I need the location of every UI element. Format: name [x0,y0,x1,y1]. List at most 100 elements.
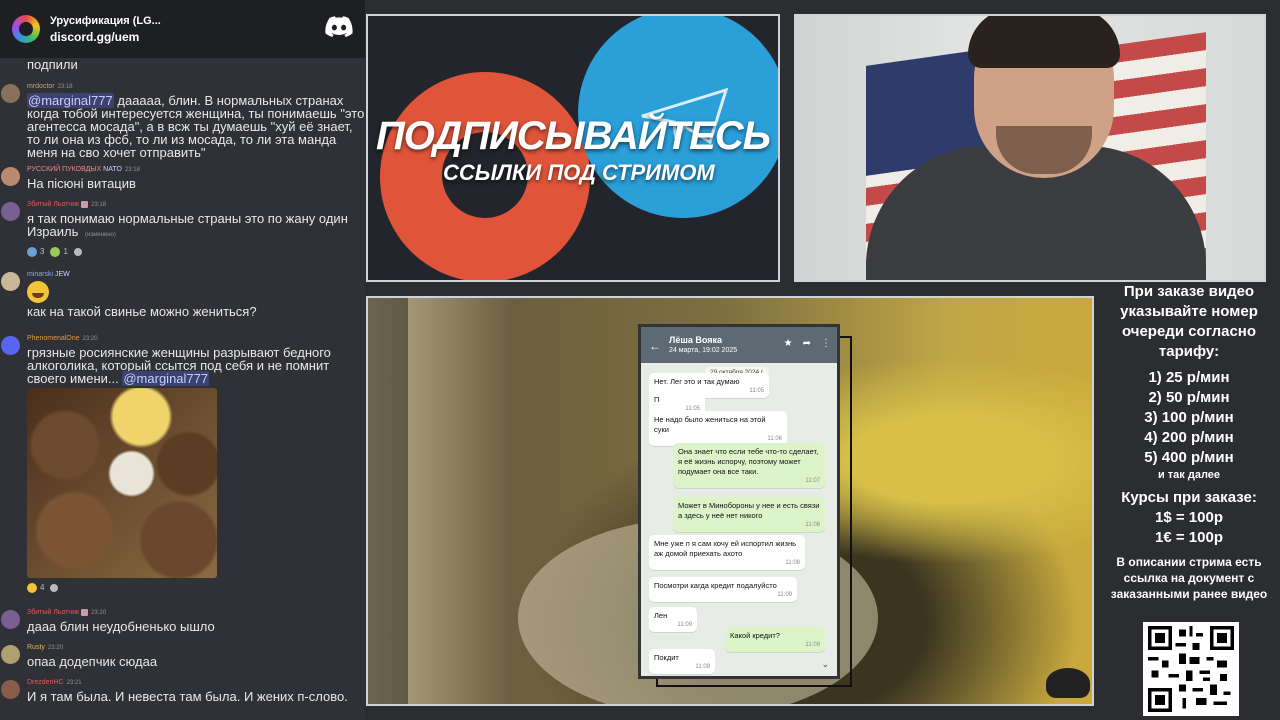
discord-logo-icon [325,16,353,37]
rates-heading: Курсы при заказе: [1121,489,1257,506]
author-badge: JEW [55,271,70,278]
chat-bubble: Покдит 11:09 [649,649,715,674]
chat-message: PhenomenalOne 23:20 грязные росиянские же… [0,334,365,594]
server-name: Урусификация (LG... [50,14,161,27]
tariff-item: 4) 200 р/мин [1144,429,1234,446]
phone-screenshot: ← Лёша Вояка 24 марта, 19:02 2025 ★ ➦ ⋮ … [638,324,840,679]
chat-bubble: Посмотри кагда кредит подалуйсто 11:09 [649,577,797,602]
message-text: как на такой свинье можно жениться? [27,304,257,319]
back-arrow-icon[interactable]: ← [649,339,661,353]
mention[interactable]: @marginal777 [122,371,210,386]
chat-body: 29 октября 2024 г. Нет. Лег это и так ду… [641,363,837,676]
discord-server-header[interactable]: Урусификация (LG... discord.gg/uem [0,0,365,58]
message-author[interactable]: РУССКИЙ ПУКОВДЫХ [27,166,101,173]
banner-title: ПОДПИСЫВАЙТЕСЬ [375,114,771,158]
reaction[interactable]: 3 [27,245,44,258]
avatar[interactable] [1,167,20,186]
chat-bubble: Какой кредит? 11:09 [725,627,825,652]
tariff-list: 1) 25 р/мин 2) 50 р/мин 3) 100 р/мин 4) … [1098,368,1280,468]
message-time: 23:18 [124,167,140,173]
banner-subtitle: ССЫЛКИ ПОД СТРИМОМ [443,160,715,185]
contact-name: Лёша Вояка [669,335,722,345]
chat-message: Збитый Льотчик 23:18 я так понимаю нормал… [0,200,365,258]
chat-message: Rusty 23:20 опаа додепчик сюдаа [0,643,365,668]
avatar[interactable] [1,84,20,103]
chat-message: minarski JEW как на такой свинье можно ж… [0,270,365,318]
chat-message: РУССКИЙ ПУКОВДЫХ NATO 23:18 На пісюні вит… [0,165,365,190]
message-author[interactable]: mrdoctor [27,83,55,90]
message-text: дааа блин неудобненько ышло [27,619,215,634]
reaction[interactable]: 4 [27,581,44,594]
message-author[interactable]: Rusty [27,644,45,651]
server-invite-link[interactable]: discord.gg/uem [50,30,161,44]
message-time: 23:20 [82,336,98,342]
chat-bubble: Она знает что если тебе что-то сделает, … [673,443,825,488]
message-text: И я там была. И невеста там была. И жени… [27,689,348,704]
tariff-item: 3) 100 р/мин [1144,409,1234,426]
tariff-item: 1) 25 р/мин [1148,369,1230,386]
star-icon[interactable]: ★ [784,338,793,349]
chat-bubble: Лен 11:09 [649,607,697,632]
tariff-etc: и так далее [1157,469,1221,481]
message-text: опаа додепчик сюдаа [27,654,158,669]
reaction-bar: 4 [27,581,365,594]
avatar[interactable] [1,202,20,221]
qr-code[interactable] [1143,622,1239,716]
discord-chat-panel: Урусификация (LG... discord.gg/uem подпи… [0,0,365,720]
message-text: На пісюні витацив [27,176,136,191]
avatar[interactable] [1,610,20,629]
reaction-emoji-icon [50,246,61,257]
message-text: я так понимаю нормальные страны это по ж… [27,211,348,239]
message-author[interactable]: DrezdenHC [27,679,64,686]
message-author[interactable]: Збитый Льотчик [27,201,79,208]
more-icon[interactable]: ⋮ [821,338,831,349]
tariff-item: 5) 400 р/мин [1144,449,1234,466]
reaction-bar: 3 1 [27,245,365,258]
chat-bubble: Мне уже п я сам хочу ей испортил жизнь а… [649,535,805,570]
reaction[interactable]: 1 [50,245,68,258]
add-reaction-icon[interactable] [73,247,82,256]
message-author[interactable]: Збитый Льотчик [27,609,79,616]
message-time: 23:20 [91,610,107,616]
description-note: В описании стрима есть ссылка на докумен… [1110,555,1268,601]
webcam-feed [794,14,1266,282]
avatar[interactable] [1,336,20,355]
chat-message: mrdoctor 23:18 @marginal777 дааааа, блин.… [0,82,365,159]
message-time: 23:18 [57,84,73,90]
message-author[interactable]: PhenomenalOne [27,335,80,342]
add-reaction-icon[interactable] [50,583,59,592]
chat-message: подпили [27,57,78,72]
avatar[interactable] [1,645,20,664]
rate-item: 1€ = 100р [1155,529,1223,546]
role-badge-icon [81,200,89,208]
author-badge: NATO [103,166,122,173]
video-shadow [368,298,408,704]
order-heading: При заказе видео указывайте номер очеред… [1120,283,1258,360]
reaction-emoji-icon [27,582,37,593]
message-time: 23:18 [91,202,107,208]
reaction-emoji-icon [27,246,37,257]
laughing-emoji-icon [27,281,49,303]
edited-label: (изменено) [85,232,116,238]
message-author[interactable]: minarski [27,271,53,278]
stream-layout: Урусификация (LG... discord.gg/uem подпи… [0,0,1280,720]
server-icon [12,15,40,43]
streamer-hair [968,16,1120,68]
order-info-panel: При заказе видео указывайте номер очеред… [1098,282,1280,602]
avatar[interactable] [1,272,20,291]
forward-icon[interactable]: ➦ [803,338,811,349]
contact-date: 24 марта, 19:02 2025 [669,347,738,354]
message-time: 23:20 [47,645,63,651]
role-badge-icon [81,608,89,616]
chat-bubble: Не надо было жениться на этой суки 11:06 [649,411,787,446]
message-time: 23:21 [66,680,82,686]
attached-image[interactable] [27,388,217,578]
avatar[interactable] [1,680,20,699]
chat-header: ← Лёша Вояка 24 марта, 19:02 2025 ★ ➦ ⋮ [641,327,837,363]
chat-message: Збитый Льотчик 23:20 дааа блин неудобнень… [0,608,365,633]
scroll-down-icon[interactable]: ⌄ [821,659,829,670]
cat-icon [1046,668,1090,698]
subscribe-banner: ПОДПИСЫВАЙТЕСЬ ССЫЛКИ ПОД СТРИМОМ [366,14,780,282]
tariff-item: 2) 50 р/мин [1148,389,1230,406]
chat-message: DrezdenHC 23:21 И я там была. И невеста т… [0,678,365,703]
